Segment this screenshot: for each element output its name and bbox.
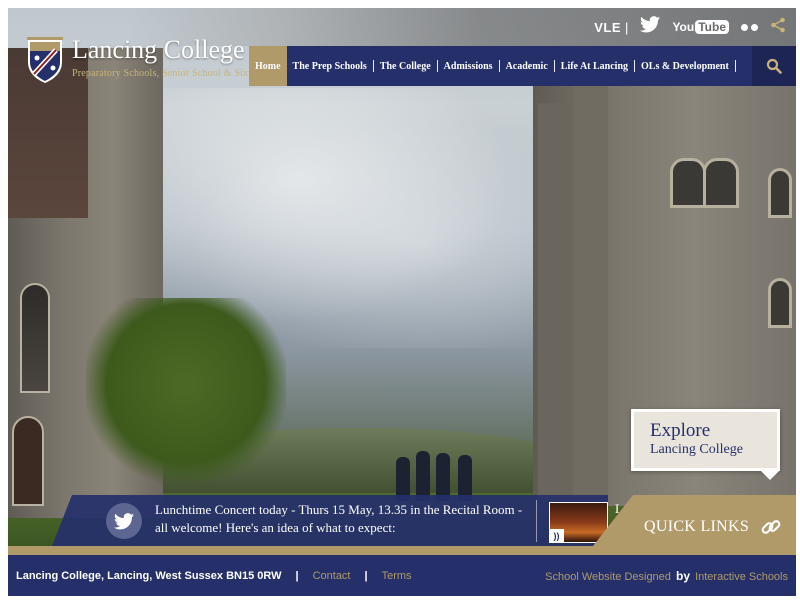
footer-credit-prefix: School Website Designed — [545, 571, 671, 583]
social-links: VLE | You Tube — [594, 16, 786, 38]
youtube-you-text: You — [672, 20, 695, 34]
nav-item-the-college[interactable]: The College — [374, 46, 437, 86]
footer-credit-company: Interactive Schools — [695, 571, 788, 583]
nav-item-prep-schools[interactable]: The Prep Schools — [287, 46, 373, 86]
link-icon — [761, 520, 781, 534]
twitter-feed-icon[interactable] — [106, 503, 142, 539]
nav-item-home[interactable]: Home — [249, 46, 287, 86]
news-tweet-text[interactable]: Lunchtime Concert today - Thurs 15 May, … — [155, 501, 525, 537]
explore-title: Explore — [650, 420, 711, 441]
site-logo[interactable]: Lancing College Preparatory Schools, Sen… — [26, 36, 282, 84]
news-divider — [536, 500, 537, 542]
footer-credit[interactable]: School Website Designed by Interactive S… — [545, 569, 788, 583]
footer-separator: | — [295, 569, 299, 582]
nav-item-academic[interactable]: Academic — [500, 46, 554, 86]
explore-panel[interactable]: Explore Lancing College — [631, 409, 780, 471]
share-icon[interactable] — [770, 17, 786, 38]
crest-icon — [27, 37, 63, 83]
footer-terms-link[interactable]: Terms — [382, 570, 412, 582]
main-nav: Home The Prep Schools The College Admiss… — [249, 46, 796, 86]
youtube-tube-text: Tube — [695, 20, 729, 34]
vle-separator: | — [625, 19, 629, 35]
search-icon — [766, 58, 782, 74]
twitter-icon[interactable] — [640, 16, 661, 38]
youtube-icon[interactable]: You Tube — [672, 20, 729, 34]
nav-item-admissions[interactable]: Admissions — [438, 46, 499, 86]
footer-credit-by: by — [675, 569, 690, 583]
nav-item-life-at-lancing[interactable]: Life At Lancing — [555, 46, 634, 86]
search-button[interactable] — [752, 46, 796, 86]
footer: Lancing College, Lancing, West Sussex BN… — [8, 555, 796, 596]
quick-links-label[interactable]: QUICK LINKS — [644, 518, 749, 536]
page-frame: VLE | You Tube Lancing College Preparato… — [8, 8, 796, 596]
nav-item-ols-development[interactable]: OLs & Development — [635, 46, 735, 86]
explore-subtitle: Lancing College — [650, 442, 743, 457]
footer-separator: | — [364, 569, 368, 582]
footer-address: Lancing College, Lancing, West Sussex BN… — [16, 569, 282, 582]
explore-pointer — [760, 470, 780, 480]
flickr-icon[interactable] — [741, 23, 758, 31]
hero-image — [8, 8, 796, 555]
footer-contact-link[interactable]: Contact — [313, 570, 351, 582]
rss-icon[interactable]: )) — [549, 529, 564, 543]
vle-link[interactable]: VLE — [594, 20, 621, 35]
nav-separator — [734, 60, 736, 72]
gold-band — [8, 546, 796, 555]
